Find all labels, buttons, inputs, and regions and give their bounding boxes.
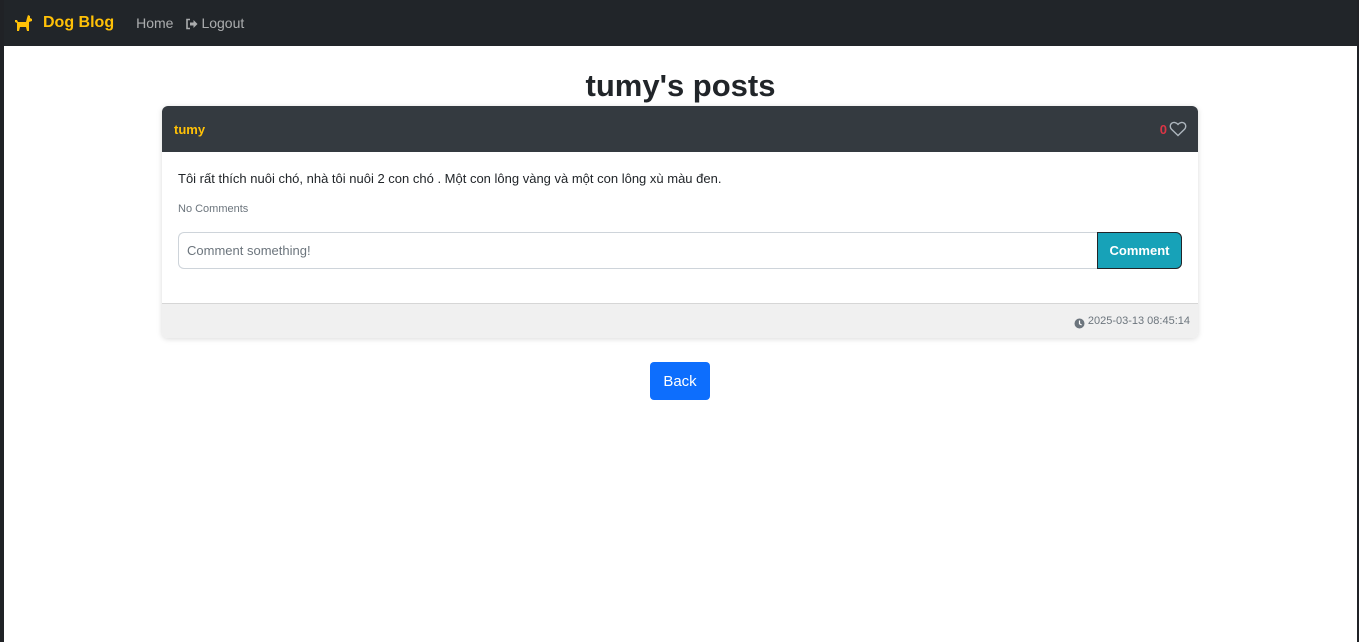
post-timestamp: 2025-03-13 08:45:14 xyxy=(1087,315,1190,327)
like-count: 0 xyxy=(1159,121,1167,137)
nav-logout-label: Logout xyxy=(201,15,245,31)
comment-button[interactable]: Comment xyxy=(1097,232,1182,269)
top-navbar: Dog Blog Home Logout xyxy=(4,0,1357,46)
post-card-footer: 2025-03-13 08:45:14 xyxy=(162,303,1198,338)
clock-icon xyxy=(1074,316,1085,328)
post-card: tumy 0 Tôi rất thích nuôi chó, nhà tôi n… xyxy=(162,106,1198,338)
back-button[interactable]: Back xyxy=(650,362,710,400)
comment-input[interactable] xyxy=(178,232,1097,269)
brand-link[interactable]: Dog Blog xyxy=(13,14,114,32)
comment-form: Comment xyxy=(178,232,1182,269)
post-card-body: Tôi rất thích nuôi chó, nhà tôi nuôi 2 c… xyxy=(162,152,1198,303)
comments-status: No Comments xyxy=(178,203,249,215)
nav-home-label: Home xyxy=(136,15,174,31)
sign-out-icon xyxy=(185,17,198,30)
post-card-header: tumy 0 xyxy=(162,106,1198,152)
post-author[interactable]: tumy xyxy=(174,122,205,137)
nav-logout-link[interactable]: Logout xyxy=(185,15,244,31)
like-group: 0 xyxy=(1160,121,1187,137)
post-content: Tôi rất thích nuôi chó, nhà tôi nuôi 2 c… xyxy=(178,171,722,186)
page-title: tumy's posts xyxy=(585,68,776,103)
nav-home-link[interactable]: Home xyxy=(136,15,173,31)
browser-viewport: Dog Blog Home Logout tumy's posts tumy 0 xyxy=(4,0,1357,642)
heart-outline-icon[interactable] xyxy=(1169,121,1187,137)
brand-name: Dog Blog xyxy=(43,14,115,31)
dog-icon xyxy=(13,14,33,32)
